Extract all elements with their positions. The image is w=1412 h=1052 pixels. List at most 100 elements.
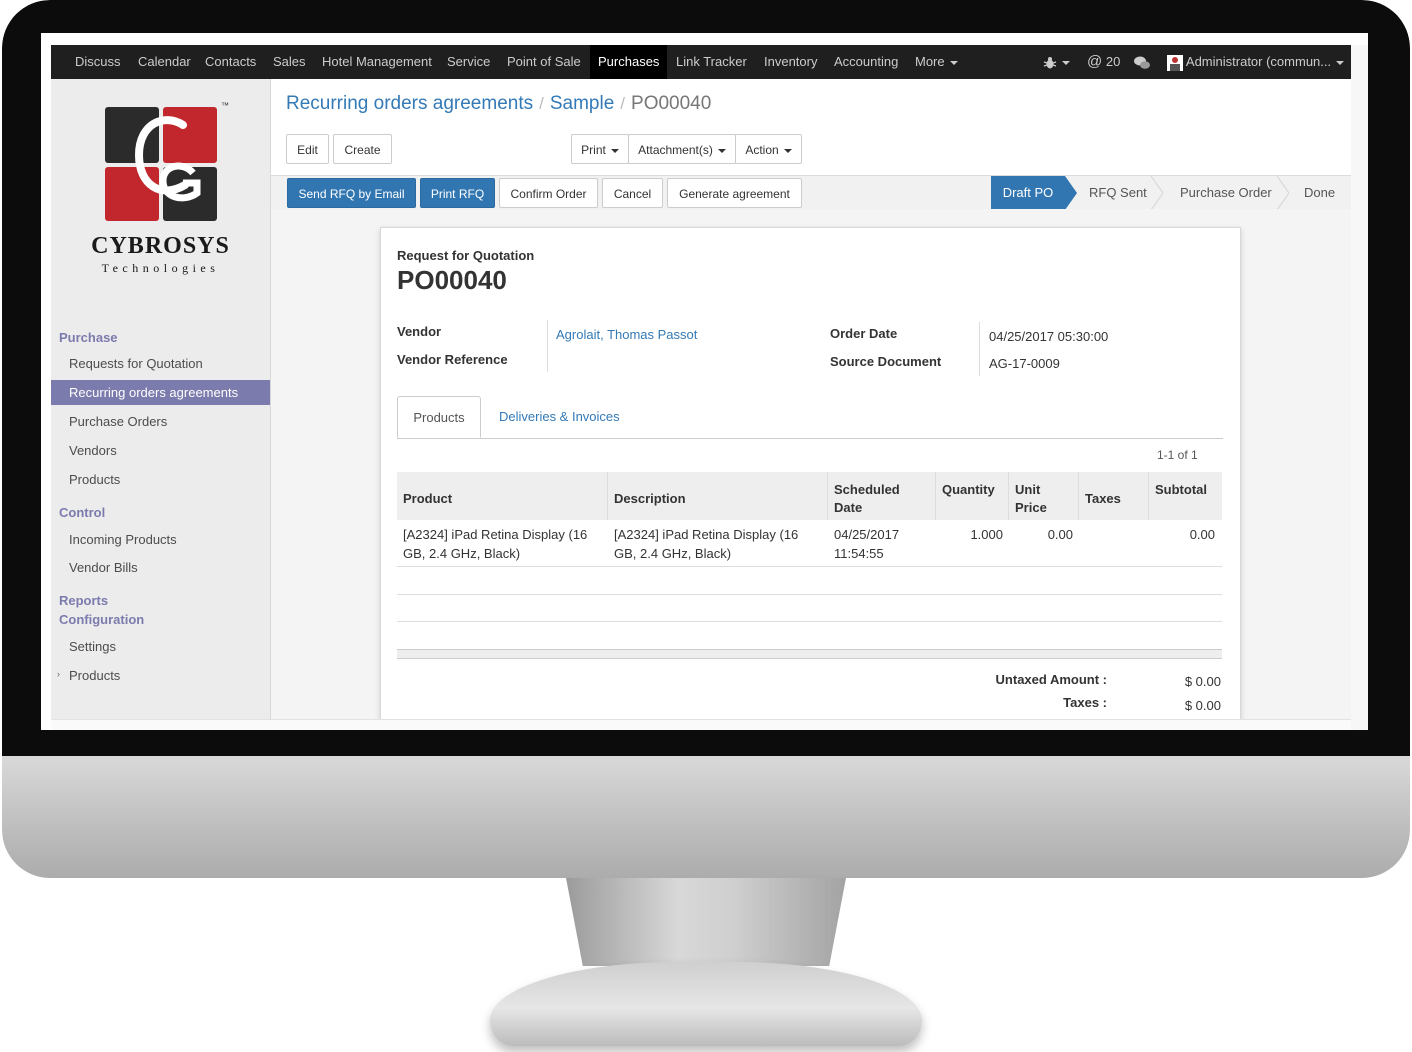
cell-quantity: 1.000 bbox=[970, 527, 1003, 542]
action-dropdown[interactable]: Action bbox=[735, 134, 802, 164]
stage-rfq-sent[interactable]: RFQ Sent bbox=[1089, 176, 1147, 210]
sidebar-item-vendor-bills[interactable]: Vendor Bills bbox=[51, 555, 270, 580]
brand-name: CYBROSYS bbox=[91, 233, 230, 259]
cell-unit-price: 0.00 bbox=[1047, 527, 1073, 542]
column-header-unit[interactable]: Unit bbox=[1015, 481, 1040, 499]
generate-agreement-button[interactable]: Generate agreement bbox=[667, 178, 802, 208]
print-dropdown[interactable]: Print bbox=[571, 134, 629, 164]
cybrosys-logo bbox=[105, 107, 217, 221]
sidebar-item-recurring-orders-agreements[interactable]: Recurring orders agreements bbox=[51, 380, 270, 405]
screen-bottom-edge bbox=[51, 719, 1351, 730]
stage-divider-icon bbox=[1277, 176, 1289, 210]
stage-draft-po[interactable]: Draft PO bbox=[991, 176, 1065, 210]
brand-tagline: Technologies bbox=[101, 261, 220, 275]
sidebar-item-vendors[interactable]: Vendors bbox=[51, 438, 270, 463]
messages-counter[interactable]: @ 20 bbox=[1087, 45, 1120, 79]
screen: Discuss Calendar Contacts Sales Hotel Ma… bbox=[41, 33, 1368, 730]
nav-app-accounting[interactable]: Accounting bbox=[834, 45, 898, 79]
cancel-button[interactable]: Cancel bbox=[602, 178, 663, 208]
document-type: Request for Quotation bbox=[397, 248, 535, 263]
confirm-order-button[interactable]: Confirm Order bbox=[499, 178, 598, 208]
sidebar-item-settings[interactable]: Settings bbox=[51, 634, 270, 659]
attachments-label: Attachment(s) bbox=[638, 143, 713, 157]
row-divider bbox=[397, 621, 1222, 622]
action-label: Action bbox=[745, 143, 779, 157]
monitor-stand-neck bbox=[566, 878, 846, 966]
vendor-reference-label: Vendor Reference bbox=[397, 352, 508, 367]
sidebar-item-incoming-products[interactable]: Incoming Products bbox=[51, 527, 270, 552]
column-header-product[interactable]: Product bbox=[403, 490, 452, 508]
nav-app-point-of-sale[interactable]: Point of Sale bbox=[507, 45, 581, 79]
sidebar: ™ CYBROSYS Technologies Purchase Request… bbox=[51, 79, 271, 719]
chat-menu[interactable] bbox=[1134, 45, 1150, 79]
chevron-down-icon bbox=[717, 148, 726, 153]
user-menu[interactable]: Administrator (commun... bbox=[1167, 45, 1345, 79]
send-rfq-by-email-button[interactable]: Send RFQ by Email bbox=[287, 178, 416, 208]
avatar bbox=[1167, 54, 1183, 71]
at-icon: @ bbox=[1087, 53, 1103, 70]
sidebar-section-purchase: Purchase bbox=[59, 330, 118, 345]
cell-date-line-1: 04/25/2017 bbox=[834, 527, 900, 542]
nav-app-discuss[interactable]: Discuss bbox=[75, 45, 121, 79]
column-divider bbox=[935, 472, 936, 520]
column-divider bbox=[1078, 472, 1079, 520]
document-name: PO00040 bbox=[397, 265, 507, 295]
column-divider bbox=[1148, 472, 1149, 520]
nav-more-label: More bbox=[915, 54, 945, 69]
sidebar-item-purchase-orders[interactable]: Purchase Orders bbox=[51, 409, 270, 434]
column-divider bbox=[827, 472, 828, 520]
column-header-description[interactable]: Description bbox=[614, 490, 686, 508]
chevron-down-icon bbox=[610, 148, 619, 153]
field-divider bbox=[979, 322, 980, 376]
untaxed-amount-label: Untaxed Amount : bbox=[995, 672, 1107, 687]
column-header-subtotal[interactable]: Subtotal bbox=[1155, 481, 1207, 499]
column-header-scheduled[interactable]: Scheduled bbox=[834, 481, 900, 499]
form-statusbar: Send RFQ by Email Print RFQ Confirm Orde… bbox=[271, 175, 1351, 211]
edit-button[interactable]: Edit bbox=[286, 134, 329, 164]
source-document-field[interactable]: AG-17-0009 bbox=[989, 356, 1060, 371]
column-header-taxes[interactable]: Taxes bbox=[1085, 490, 1121, 508]
debug-menu[interactable] bbox=[1043, 45, 1070, 79]
breadcrumb-separator: / bbox=[539, 94, 544, 113]
nav-app-service[interactable]: Service bbox=[447, 45, 490, 79]
column-header-date: Date bbox=[834, 500, 863, 515]
nav-app-contacts[interactable]: Contacts bbox=[205, 45, 256, 79]
print-label: Print bbox=[581, 143, 606, 157]
breadcrumb-sample[interactable]: Sample bbox=[550, 93, 614, 114]
create-button[interactable]: Create bbox=[333, 134, 392, 164]
trademark-symbol: ™ bbox=[221, 101, 229, 110]
form-sheet: Request for Quotation PO00040 Vendor Ven… bbox=[380, 227, 1241, 730]
source-document-label: Source Document bbox=[830, 354, 942, 369]
nav-app-purchases[interactable]: Purchases bbox=[590, 45, 668, 79]
order-date-field[interactable]: 04/25/2017 05:30:00 bbox=[989, 329, 1108, 344]
print-rfq-button[interactable]: Print RFQ bbox=[420, 178, 495, 208]
sidebar-section-configuration: Configuration bbox=[59, 612, 145, 627]
tab-deliveries-invoices[interactable]: Deliveries & Invoices bbox=[499, 396, 620, 438]
monitor-stand-base bbox=[490, 962, 922, 1046]
breadcrumb-recurring-orders[interactable]: Recurring orders agreements bbox=[286, 93, 533, 114]
attachments-dropdown[interactable]: Attachment(s) bbox=[628, 134, 736, 164]
chevron-down-icon bbox=[1062, 60, 1070, 65]
nav-app-calendar[interactable]: Calendar bbox=[138, 45, 191, 79]
vendor-field[interactable]: Agrolait, Thomas Passot bbox=[556, 327, 697, 342]
sidebar-item-products[interactable]: Products bbox=[51, 467, 270, 492]
tab-products[interactable]: Products bbox=[397, 396, 481, 438]
nav-app-link-tracker[interactable]: Link Tracker bbox=[676, 45, 747, 79]
sidebar-section-reports[interactable]: Reports bbox=[59, 593, 108, 608]
pager: 1-1 of 1 bbox=[1157, 448, 1198, 462]
stage-done[interactable]: Done bbox=[1304, 176, 1335, 210]
sidebar-item-config-products[interactable]: Products bbox=[51, 663, 270, 688]
screen-right-edge bbox=[1351, 45, 1368, 730]
column-header-quantity[interactable]: Quantity bbox=[942, 481, 995, 499]
nav-app-hotel-management[interactable]: Hotel Management bbox=[322, 45, 432, 79]
nav-more-menu[interactable]: More bbox=[915, 45, 958, 79]
chat-bubbles-icon bbox=[1134, 56, 1150, 69]
nav-app-sales[interactable]: Sales bbox=[273, 45, 306, 79]
bug-icon bbox=[1043, 56, 1057, 69]
order-date-label: Order Date bbox=[830, 326, 898, 341]
cell-product-line-1: [A2324] iPad Retina Display (16 bbox=[403, 527, 588, 542]
untaxed-amount-value: $ 0.00 bbox=[1184, 674, 1221, 689]
nav-app-inventory[interactable]: Inventory bbox=[764, 45, 817, 79]
sidebar-item-requests-for-quotation[interactable]: Requests for Quotation bbox=[51, 351, 270, 376]
stage-purchase-order[interactable]: Purchase Order bbox=[1180, 176, 1272, 210]
